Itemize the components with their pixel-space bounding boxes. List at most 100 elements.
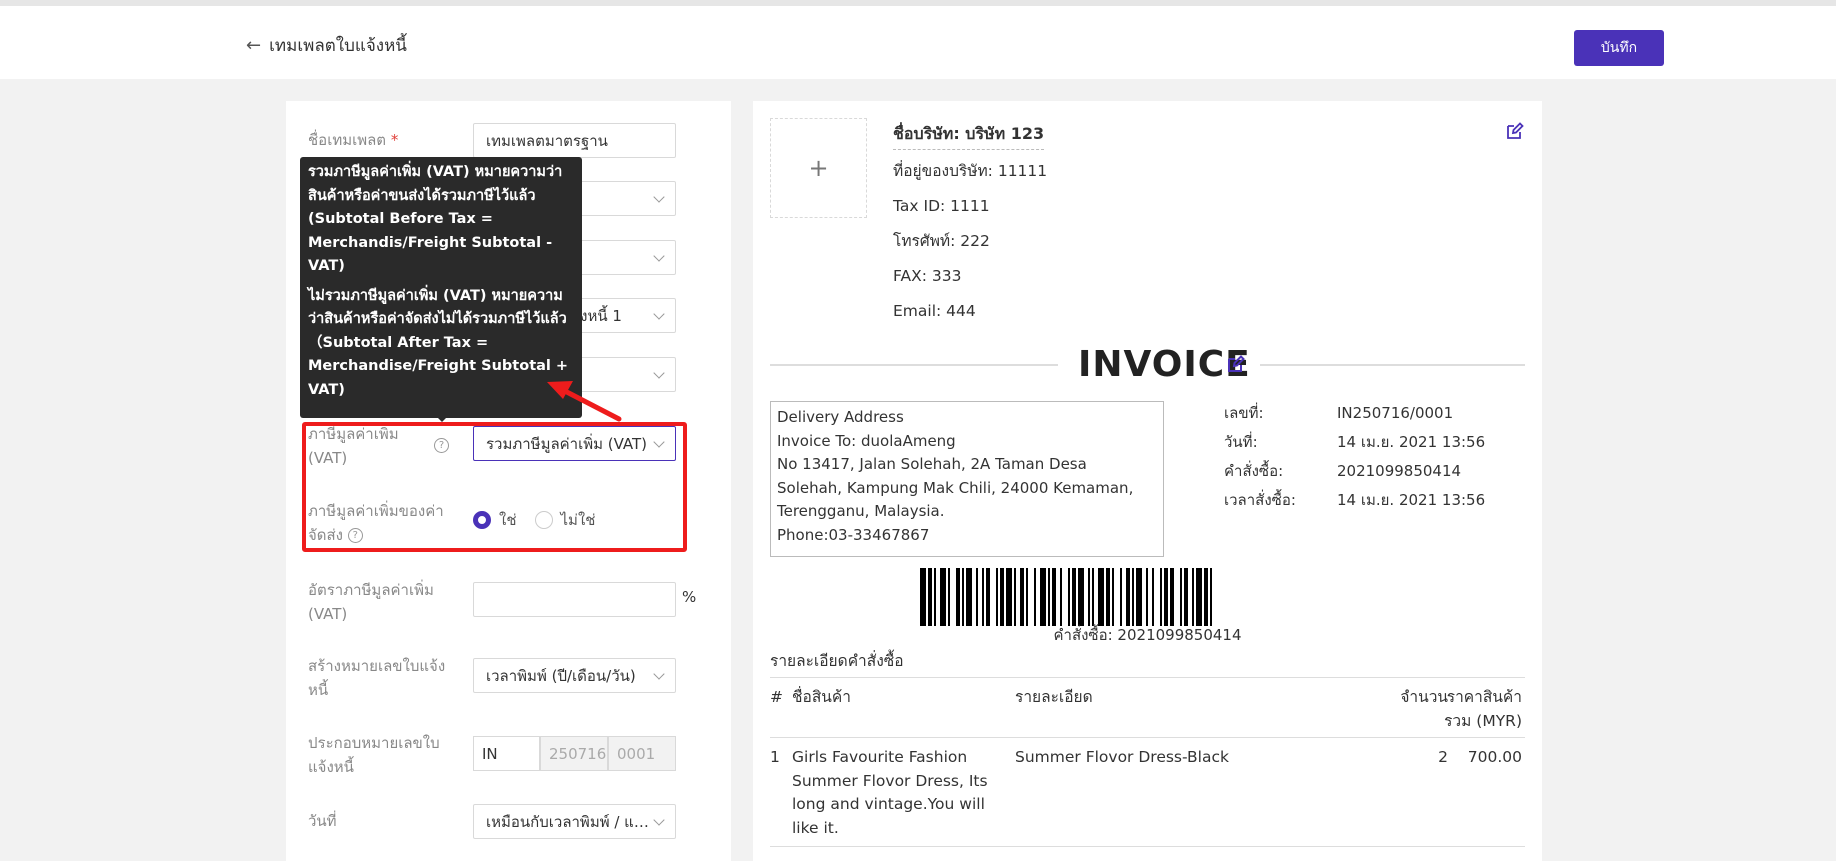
barcode-bar bbox=[962, 568, 964, 626]
company-name: ชื่อบริษัท: บริษัท 123 bbox=[893, 122, 1045, 150]
barcode-bar bbox=[1164, 568, 1168, 626]
back-link[interactable]: ← เทมเพลตใบแจ้งหนี้ bbox=[246, 30, 407, 60]
company-tax-id: Tax ID: 1111 bbox=[893, 196, 990, 215]
cell-detail: Summer Flovor Dress-Black bbox=[1015, 748, 1229, 766]
barcode-bar bbox=[1048, 568, 1050, 626]
barcode-bar bbox=[1006, 568, 1012, 626]
barcode-bar bbox=[1106, 568, 1110, 626]
back-arrow-icon[interactable]: ← bbox=[246, 35, 261, 56]
barcode-bar bbox=[1068, 568, 1070, 626]
invoice-number-parts-label: ประกอบหมายเลขใบแจ้งหนี้ bbox=[308, 734, 440, 776]
barcode-bar bbox=[1072, 568, 1076, 626]
barcode-bar bbox=[1078, 568, 1084, 626]
barcode-bar bbox=[1160, 568, 1162, 626]
barcode-bar bbox=[1034, 568, 1036, 626]
delivery-line: Solehah, Kampung Mak Chili, 24000 Kemama… bbox=[777, 478, 1134, 497]
vat-select[interactable]: รวมภาษีมูลค่าเพิ่ม (VAT) bbox=[473, 426, 676, 461]
chevron-down-icon bbox=[653, 366, 665, 379]
barcode-bar bbox=[1132, 568, 1134, 626]
col-header-qty: จำนวน bbox=[1400, 688, 1448, 706]
barcode-bar bbox=[1000, 568, 1004, 626]
top-bar: ← เทมเพลตใบแจ้งหนี้ บันทึก bbox=[0, 0, 1836, 79]
company-address: ที่อยู่ของบริษัท: 11111 bbox=[893, 162, 1048, 180]
barcode-bar bbox=[976, 568, 978, 626]
barcode-bar bbox=[1088, 568, 1090, 626]
barcode-bar bbox=[1204, 568, 1208, 626]
template-name-input[interactable]: เทมเพลตมาตรฐาน bbox=[473, 123, 676, 158]
vat-tooltip: รวมภาษีมูลค่าเพิ่ม (VAT) หมายความว่าสินค… bbox=[300, 157, 582, 418]
percent-unit: % bbox=[682, 588, 697, 606]
radio-yes[interactable]: ใช่ bbox=[473, 508, 517, 532]
barcode-bar bbox=[1184, 568, 1188, 626]
tooltip-paragraph-1: รวมภาษีมูลค่าเพิ่ม (VAT) หมายความว่าสินค… bbox=[308, 164, 563, 274]
meta-key: วันที่: bbox=[1224, 432, 1258, 451]
help-icon[interactable]: ? bbox=[347, 528, 363, 543]
order-details-title: รายละเอียดคำสั่งซื้อ bbox=[770, 652, 904, 670]
barcode-bar bbox=[1136, 568, 1142, 626]
barcode-bar bbox=[940, 568, 946, 626]
table-divider bbox=[770, 846, 1525, 847]
delivery-line: Invoice To: duolaAmeng bbox=[777, 431, 956, 450]
invoice-number-gen-select[interactable]: เวลาพิมพ์ (ปี/เดือน/วัน) bbox=[473, 658, 676, 693]
barcode-bar bbox=[1146, 568, 1148, 626]
invoice-title: INVOICE bbox=[1078, 344, 1251, 385]
col-header-detail: รายละเอียด bbox=[1015, 688, 1093, 706]
shipping-vat-label: ภาษีมูลค่าเพิ่มของค่าจัดส่ง ? bbox=[308, 502, 444, 544]
barcode-bar bbox=[1152, 568, 1154, 626]
radio-checked-icon[interactable] bbox=[473, 511, 491, 529]
vat-label: ภาษีมูลค่าเพิ่ม (VAT) bbox=[308, 425, 399, 467]
tooltip-caret bbox=[436, 416, 448, 422]
barcode-bar bbox=[928, 568, 932, 626]
annotation-arrow-icon bbox=[547, 381, 622, 422]
barcode-bar bbox=[948, 568, 950, 626]
barcode-bar bbox=[1040, 568, 1046, 626]
chevron-down-icon bbox=[653, 307, 665, 320]
barcode-bar bbox=[956, 568, 960, 626]
date-select[interactable]: เหมือนกับเวลาพิมพ์ / แก้ไข bbox=[473, 804, 676, 839]
radio-unchecked-icon[interactable] bbox=[534, 511, 553, 529]
plus-icon[interactable]: + bbox=[808, 154, 828, 182]
edit-heading-icon[interactable] bbox=[1226, 354, 1246, 374]
invoice-preview: + ชื่อบริษัท: บริษัท 123 ที่อยู่ของบริษั… bbox=[753, 101, 1542, 861]
chevron-down-icon bbox=[653, 249, 665, 262]
table-header: # ชื่อสินค้า รายละเอียด จำนวน ราคาสินค้า… bbox=[770, 678, 1525, 737]
help-icon[interactable]: ? bbox=[434, 438, 449, 453]
col-header-no: # bbox=[770, 688, 783, 706]
delivery-line: Terengganu, Malaysia. bbox=[777, 502, 945, 521]
chevron-down-icon bbox=[653, 435, 665, 448]
invoice-meta: เลขที่: IN250716/0001 วันที่: 14 เม.ย. 202… bbox=[1224, 398, 1485, 514]
meta-row: เวลาสั่งซื้อ: 14 เม.ย. 2021 13:56 bbox=[1224, 485, 1485, 514]
meta-value: IN250716/0001 bbox=[1337, 403, 1454, 422]
heading-rule-right bbox=[1260, 364, 1525, 366]
barcode-bar bbox=[1126, 568, 1130, 626]
edit-company-icon[interactable] bbox=[1505, 121, 1525, 141]
save-button[interactable]: บันทึก bbox=[1574, 30, 1664, 66]
company-info: ชื่อบริษัท: บริษัท 123 ที่อยู่ของบริษัท:… bbox=[893, 118, 1047, 328]
barcode-bar bbox=[1210, 568, 1212, 626]
col-header-name: ชื่อสินค้า bbox=[792, 688, 851, 706]
cell-name-line: long and vintage.You will bbox=[792, 795, 985, 814]
col-header-total-line1: ราคาสินค้า bbox=[1446, 688, 1522, 706]
meta-key: เลขที่: bbox=[1224, 403, 1264, 422]
meta-row: คำสั่งซื้อ: 2021099850414 bbox=[1224, 456, 1485, 485]
cell-name-line: like it. bbox=[792, 818, 839, 837]
barcode-bar bbox=[1120, 568, 1122, 626]
radio-no[interactable]: ไม่ใช่ bbox=[534, 508, 595, 532]
vat-rate-input[interactable] bbox=[473, 582, 676, 617]
delivery-line: Phone:03-33467867 bbox=[777, 525, 930, 544]
invoice-number-gen-label: สร้างหมายเลขใบแจ้งหนี้ bbox=[308, 657, 446, 699]
company-phone: โทรศัพท์: 222 bbox=[893, 232, 990, 250]
vat-rate-label: อัตราภาษีมูลค่าเพิ่ม (VAT) bbox=[308, 581, 434, 623]
logo-upload[interactable]: + bbox=[770, 118, 867, 218]
barcode-bar bbox=[966, 568, 972, 626]
cell-qty: 2 bbox=[1438, 748, 1448, 766]
company-email: Email: 444 bbox=[893, 301, 976, 320]
cell-name-line: Girls Favourite Fashion bbox=[792, 748, 968, 766]
cell-total: 700.00 bbox=[1467, 748, 1522, 766]
shipping-vat-radio-group: ใช่ ไม่ใช่ bbox=[473, 508, 595, 532]
invoice-prefix-input[interactable]: IN bbox=[473, 736, 540, 771]
barcode-bar bbox=[1026, 568, 1028, 626]
barcode-bar bbox=[996, 568, 998, 626]
items-table: # ชื่อสินค้า รายละเอียด จำนวน ราคาสินค้า… bbox=[770, 677, 1525, 847]
table-row: 1 Girls Favourite Fashion Summer Flovor … bbox=[770, 738, 1525, 846]
